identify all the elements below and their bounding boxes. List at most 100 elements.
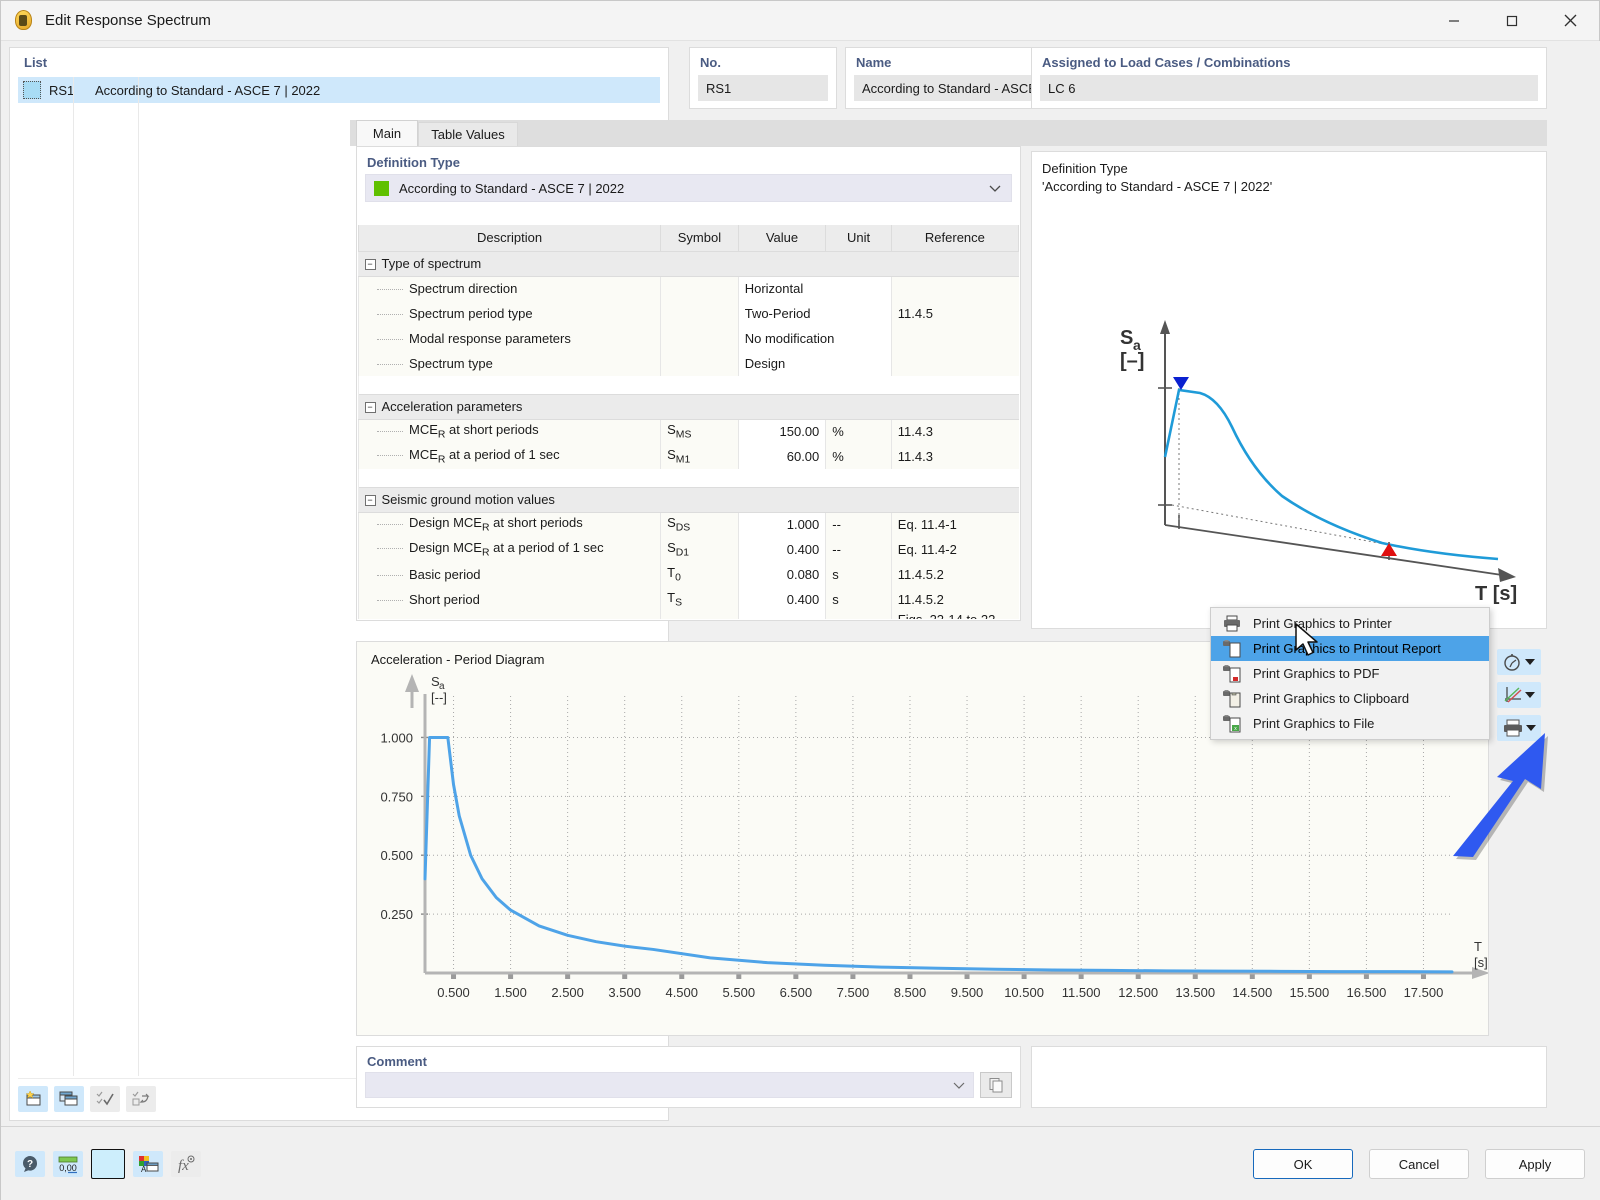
parameter-value[interactable]: 4.000 bbox=[737, 612, 826, 619]
cancel-button[interactable]: Cancel bbox=[1369, 1149, 1469, 1179]
color-swatch-button[interactable] bbox=[91, 1149, 125, 1179]
minimize-button[interactable] bbox=[1425, 1, 1483, 41]
row-selector[interactable] bbox=[23, 81, 41, 99]
parameter-group-label: Acceleration parameters bbox=[381, 399, 523, 414]
parameter-row[interactable]: Design MCER at short periods SDS 1.000 -- Eq… bbox=[358, 512, 1019, 537]
parameter-description: Modal response parameters bbox=[358, 326, 661, 351]
apply-button[interactable]: Apply bbox=[1485, 1149, 1585, 1179]
parameter-value[interactable]: 0.400 bbox=[737, 537, 826, 562]
parameter-symbol: TL bbox=[660, 612, 739, 619]
parameter-symbol: SD1 bbox=[660, 537, 739, 562]
parameter-value[interactable]: No modification bbox=[737, 326, 892, 351]
parameter-row[interactable]: Spectrum type Design bbox=[358, 351, 1019, 376]
chart-x-axis-label: T bbox=[1474, 939, 1482, 954]
parameter-table: Description Symbol Value Unit Reference … bbox=[358, 225, 1019, 619]
y-axis-arrow bbox=[405, 674, 419, 692]
parameter-row[interactable]: Spectrum direction Horizontal bbox=[358, 276, 1019, 301]
tab-table-values[interactable]: Table Values bbox=[418, 122, 518, 146]
parameter-unit: % bbox=[825, 419, 892, 444]
comment-input[interactable] bbox=[365, 1072, 974, 1098]
parameter-value[interactable]: 0.080 bbox=[737, 562, 826, 587]
menu-item-print-graphics-to-clipboard[interactable]: Print Graphics to Clipboard bbox=[1211, 686, 1489, 711]
x-tick-label: 0.500 bbox=[437, 985, 470, 1000]
chart-series-line bbox=[423, 735, 1454, 974]
copy-item-button[interactable] bbox=[54, 1085, 84, 1112]
menu-item-label: Print Graphics to Clipboard bbox=[1253, 691, 1410, 706]
parameter-row[interactable]: Short period TS 0.400 s 11.4.5.2 bbox=[358, 587, 1019, 612]
x-tick bbox=[964, 974, 970, 979]
stopwatch-dropdown-button[interactable] bbox=[1497, 649, 1541, 675]
menu-item-print-graphics-to-printout-report[interactable]: Print Graphics to Printout Report bbox=[1211, 636, 1489, 661]
no-input[interactable]: RS1 bbox=[698, 75, 828, 101]
tab-table-values-label: Table Values bbox=[431, 127, 505, 142]
menu-item-print-graphics-to-pdf[interactable]: Print Graphics to PDF bbox=[1211, 661, 1489, 686]
list-item[interactable]: RS1 According to Standard - ASCE 7 | 202… bbox=[18, 77, 660, 103]
group-expander-icon[interactable]: − bbox=[364, 402, 376, 414]
svg-text:[–]: [–] bbox=[1120, 350, 1144, 372]
group-expander-icon[interactable]: − bbox=[364, 259, 376, 271]
parameter-reference bbox=[890, 276, 1019, 301]
help-button[interactable]: ? bbox=[15, 1151, 45, 1177]
maximize-button[interactable] bbox=[1483, 1, 1541, 41]
definition-type-select[interactable]: According to Standard - ASCE 7 | 2022 bbox=[365, 174, 1012, 202]
diagram-settings-dropdown-button[interactable] bbox=[1497, 682, 1541, 708]
formula-button[interactable]: fx bbox=[171, 1151, 201, 1177]
parameter-group-row[interactable]: − Type of spectrum bbox=[358, 250, 1019, 277]
parameter-description: Long-period transition period bbox=[358, 612, 661, 619]
new-item-button[interactable] bbox=[18, 1085, 48, 1112]
parameter-table-header: Description Symbol Value Unit Reference bbox=[358, 225, 1019, 252]
x-tick-label: 2.500 bbox=[551, 985, 584, 1000]
x-tick bbox=[907, 974, 913, 979]
parameter-unit: -- bbox=[825, 512, 892, 537]
parameter-spacer-row bbox=[358, 469, 1019, 487]
parameter-description: Basic period bbox=[358, 562, 661, 587]
x-tick-label: 10.500 bbox=[1004, 985, 1044, 1000]
parameter-unit: % bbox=[825, 444, 892, 469]
x-tick bbox=[850, 974, 856, 979]
parameter-value[interactable]: 1.000 bbox=[737, 512, 826, 537]
number-format-button[interactable]: 0,00 bbox=[53, 1151, 83, 1177]
parameter-unit: s bbox=[825, 587, 892, 612]
list-item-name: According to Standard - ASCE 7 | 2022 bbox=[95, 82, 321, 98]
display-properties-button[interactable]: A bbox=[133, 1151, 163, 1177]
parameter-value[interactable]: Horizontal bbox=[737, 276, 892, 301]
parameter-value[interactable]: 150.00 bbox=[737, 419, 826, 444]
select-all-button[interactable] bbox=[90, 1085, 120, 1112]
parameter-value[interactable]: 60.00 bbox=[737, 444, 826, 469]
parameter-row[interactable]: Design MCER at a period of 1 sec SD1 0.400… bbox=[358, 537, 1019, 562]
chart-x-axis-unit: [s] bbox=[1474, 955, 1488, 970]
window-title: Edit Response Spectrum bbox=[45, 12, 211, 29]
parameter-row[interactable]: Modal response parameters No modification bbox=[358, 326, 1019, 351]
bottom-tool-group: ? 0,00 A fx bbox=[15, 1149, 201, 1179]
invert-selection-button[interactable] bbox=[126, 1085, 156, 1112]
parameter-group-row[interactable]: − Seismic ground motion values bbox=[358, 486, 1019, 513]
parameter-value[interactable]: Design bbox=[737, 351, 892, 376]
parameter-row[interactable]: MCER at a period of 1 sec SM1 60.00% 11.4.3 bbox=[358, 444, 1019, 469]
printer-file-icon: x bbox=[1219, 714, 1245, 733]
parameter-value[interactable]: Two-Period bbox=[737, 301, 892, 326]
assigned-load-cases-value[interactable]: LC 6 bbox=[1040, 75, 1538, 101]
col-symbol: Symbol bbox=[660, 225, 739, 252]
ok-button[interactable]: OK bbox=[1253, 1149, 1353, 1179]
parameter-row[interactable]: Basic period T0 0.080 s 11.4.5.2 bbox=[358, 562, 1019, 587]
parameter-symbol: SDS bbox=[660, 512, 739, 537]
chevron-down-icon bbox=[1525, 692, 1535, 698]
x-tick-label: 5.500 bbox=[723, 985, 756, 1000]
x-tick-label: 12.500 bbox=[1118, 985, 1158, 1000]
parameter-group-row[interactable]: − Acceleration parameters bbox=[358, 393, 1019, 420]
parameter-row[interactable]: Long-period transition periodTL4.000sFig… bbox=[358, 612, 1019, 619]
menu-item-print-graphics-to-printer[interactable]: Print Graphics to Printer bbox=[1211, 611, 1489, 636]
parameter-spacer-row bbox=[358, 376, 1019, 394]
parameter-row[interactable]: MCER at short periods SMS 150.00% 11.4.3 bbox=[358, 419, 1019, 444]
x-tick bbox=[451, 974, 457, 979]
preview-diagram: S a [–] T [s] bbox=[1120, 320, 1517, 605]
comment-copy-button[interactable] bbox=[980, 1072, 1012, 1098]
parameter-row[interactable]: Spectrum period type Two-Period 11.4.5 bbox=[358, 301, 1019, 326]
parameter-value[interactable]: 0.400 bbox=[737, 587, 826, 612]
x-tick bbox=[1363, 974, 1369, 979]
close-button[interactable] bbox=[1541, 1, 1599, 41]
parameter-description: MCER at short periods bbox=[358, 419, 661, 444]
group-expander-icon[interactable]: − bbox=[364, 495, 376, 507]
tab-main[interactable]: Main bbox=[356, 120, 418, 146]
y-tick-label: 0.500 bbox=[380, 848, 413, 863]
